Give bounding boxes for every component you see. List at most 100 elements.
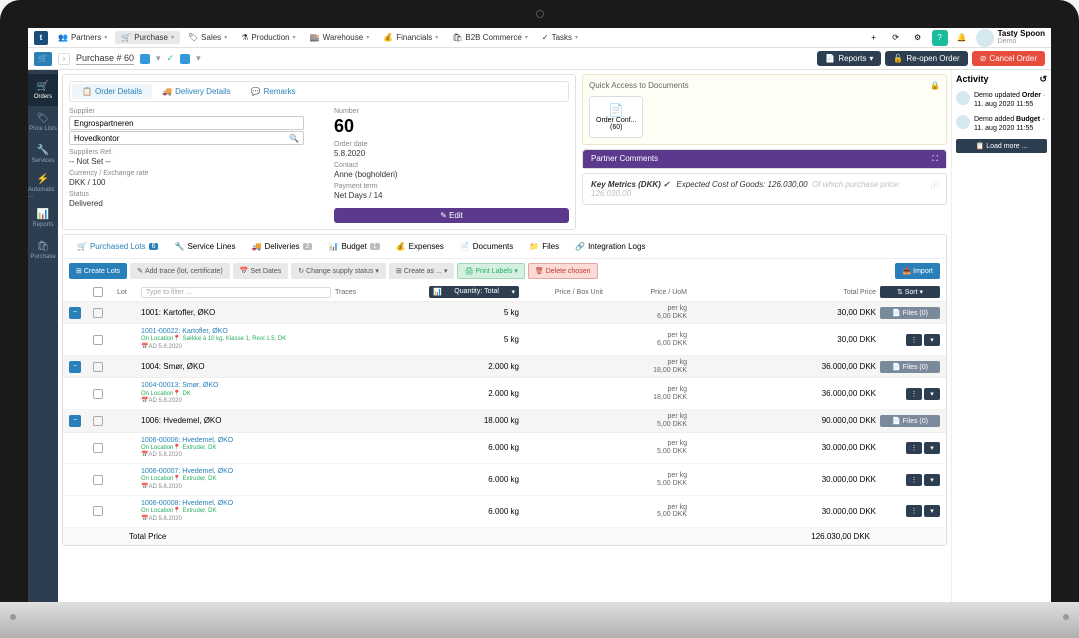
change-status-button[interactable]: ↻ Change supply status ▾ [291,263,386,279]
subtab-budget[interactable]: 📊Budget1 [320,239,387,254]
subtab-documents[interactable]: 📄Documents [452,239,521,254]
row-checkbox[interactable] [93,389,103,399]
activity-panel: Activity ↺ Demo updated Order · 11. aug … [951,70,1051,616]
total-label: Total Price [129,532,166,541]
reports-button[interactable]: 📄 Reports ▾ [817,51,881,66]
collapse-icon[interactable]: − [69,415,81,427]
subtab-expenses[interactable]: 💰Expenses [388,239,452,254]
order-details-card: 📋Order Details🚚Delivery Details💬Remarks … [62,74,576,230]
nav-tasks[interactable]: ✓Tasks▾ [536,31,584,44]
create-as-button[interactable]: ⊞ Create as ... ▾ [389,263,455,279]
lot-checkbox[interactable] [93,308,103,318]
tab-order-details[interactable]: 📋Order Details [72,84,152,99]
expand-icon[interactable]: ⛶ [932,154,938,164]
print-labels-button[interactable]: 🖨 Print Labels ▾ [457,263,524,279]
nav-partners[interactable]: 👥Partners▾ [52,31,113,44]
partner-comments-header[interactable]: Partner Comments ⛶ [583,150,946,168]
breadcrumb-text[interactable]: Purchase # 60 [76,53,134,65]
row-dropdown-icon[interactable]: ▾ [924,505,940,517]
lot-checkbox[interactable] [93,416,103,426]
nav-purchase[interactable]: 🛒Purchase▾ [115,31,180,44]
sidebar-services[interactable]: 🔧Services [28,138,58,170]
avatar [956,91,970,105]
refresh-icon[interactable]: ⟳ [888,30,904,46]
row-menu-icon[interactable]: ⋮ [906,442,922,454]
import-button[interactable]: 📥 Import [895,263,940,279]
subtab-deliveries[interactable]: 🚚Deliveries2 [243,239,320,254]
activity-item: Demo added Budget · 11. aug 2020 11:55 [956,115,1047,133]
lot-row: 1006-00008: Hvedemel, ØKO On Location📍 E… [63,496,946,528]
sort-button[interactable]: ⇅ Sort ▾ [880,286,940,298]
select-all-checkbox[interactable] [93,287,103,297]
back-icon[interactable]: › [58,53,70,65]
row-menu-icon[interactable]: ⋮ [906,505,922,517]
supplier-label: Supplier [69,108,304,115]
gear-icon[interactable]: ⚙ [910,30,926,46]
sidebar-reports[interactable]: 📊Reports [28,202,58,234]
row-checkbox[interactable] [93,506,103,516]
lot-filter-input[interactable]: Type to filter ... [141,287,331,298]
row-dropdown-icon[interactable]: ▾ [924,388,940,400]
row-menu-icon[interactable]: ⋮ [906,334,922,346]
document-icon: 📄 [596,103,636,117]
set-dates-button[interactable]: 📅 Set Dates [233,263,288,279]
app-logo[interactable]: t [34,31,48,45]
tab-delivery-details[interactable]: 🚚Delivery Details [152,84,241,99]
lots-table-card: 🛒Purchased Lots6🔧Service Lines🚚Deliverie… [62,234,947,546]
row-checkbox[interactable] [93,443,103,453]
delete-chosen-button[interactable]: 🗑 Delete chosen [528,263,598,279]
supplier-input[interactable]: Engrospartneren [69,116,304,130]
bell-icon[interactable]: 🔔 [954,30,970,46]
user-name: Tasty Spoon [998,30,1045,38]
help-icon[interactable]: ? [932,30,948,46]
plus-icon[interactable]: + [866,30,882,46]
module-icon[interactable]: 🛒 [34,52,52,66]
row-menu-icon[interactable]: ⋮ [906,474,922,486]
subtab-purchased-lots[interactable]: 🛒Purchased Lots6 [69,239,166,254]
sidebar-price-lists[interactable]: 🏷Price Lists [28,106,58,138]
status-pill [140,54,150,64]
load-more-button[interactable]: 📋 Load more ... [956,139,1047,153]
subtab-files[interactable]: 📁Files [521,239,567,254]
status-pill-2 [180,54,190,64]
nav-b2b-commerce[interactable]: 🛍B2B Commerce▾ [446,31,534,44]
row-dropdown-icon[interactable]: ▾ [924,334,940,346]
row-dropdown-icon[interactable]: ▾ [924,474,940,486]
lot-checkbox[interactable] [93,362,103,372]
tab-remarks[interactable]: 💬Remarks [241,84,306,99]
files-button[interactable]: 📄 Files (0) [880,415,940,427]
files-button[interactable]: 📄 Files (0) [880,307,940,319]
subtab-integration-logs[interactable]: 🔗Integration Logs [567,239,653,254]
reopen-button[interactable]: 🔓 Re-open Order [885,51,967,66]
nav-warehouse[interactable]: 🏬Warehouse▾ [304,31,376,44]
sidebar-purchase[interactable]: 🛍Purchase [28,234,58,266]
row-menu-icon[interactable]: ⋮ [906,388,922,400]
sidebar: 🛒Orders🏷Price Lists🔧Services⚡Automatic .… [28,70,58,616]
collapse-icon[interactable]: − [69,307,81,319]
user-menu[interactable]: Tasty Spoon Demo [976,29,1045,47]
nav-production[interactable]: ⚗Production▾ [235,31,301,44]
add-trace-button[interactable]: ✎ Add trace (lot, certificate) [130,263,230,279]
cancel-button[interactable]: ⊘ Cancel Order [972,51,1045,66]
files-button[interactable]: 📄 Files (0) [880,361,940,373]
nav-sales[interactable]: 🏷Sales▾ [182,31,233,44]
subtab-service-lines[interactable]: 🔧Service Lines [166,239,243,254]
document-tile[interactable]: 📄 Order Conf... (60) [589,96,643,138]
row-checkbox[interactable] [93,335,103,345]
sidebar-orders[interactable]: 🛒Orders [28,74,58,106]
order-number: 60 [334,116,569,137]
history-icon[interactable]: ↺ [1039,74,1047,85]
row-checkbox[interactable] [93,475,103,485]
quick-access-card: Quick Access to Documents 🔒 📄 Order Conf… [582,74,947,145]
edit-button[interactable]: ✎ Edit [334,208,569,223]
sidebar-automatic----[interactable]: ⚡Automatic ... [28,170,58,202]
supplier-loc-input[interactable]: Hovedkontor🔍 [69,131,304,145]
total-value: 126.030,00 DKK [811,532,870,541]
lot-group-header: − 1006: Hvedemel, ØKO 18.000 kg per kg5,… [63,410,946,432]
create-lots-button[interactable]: ⊞ Create Lots [69,263,127,279]
collapse-icon[interactable]: − [69,361,81,373]
row-dropdown-icon[interactable]: ▾ [924,442,940,454]
info-icon[interactable]: ⓘ [930,180,938,198]
nav-financials[interactable]: 💰Financials▾ [377,31,444,44]
qty-header-dropdown[interactable]: 📊 Quantity: Total ▾ [429,286,519,298]
